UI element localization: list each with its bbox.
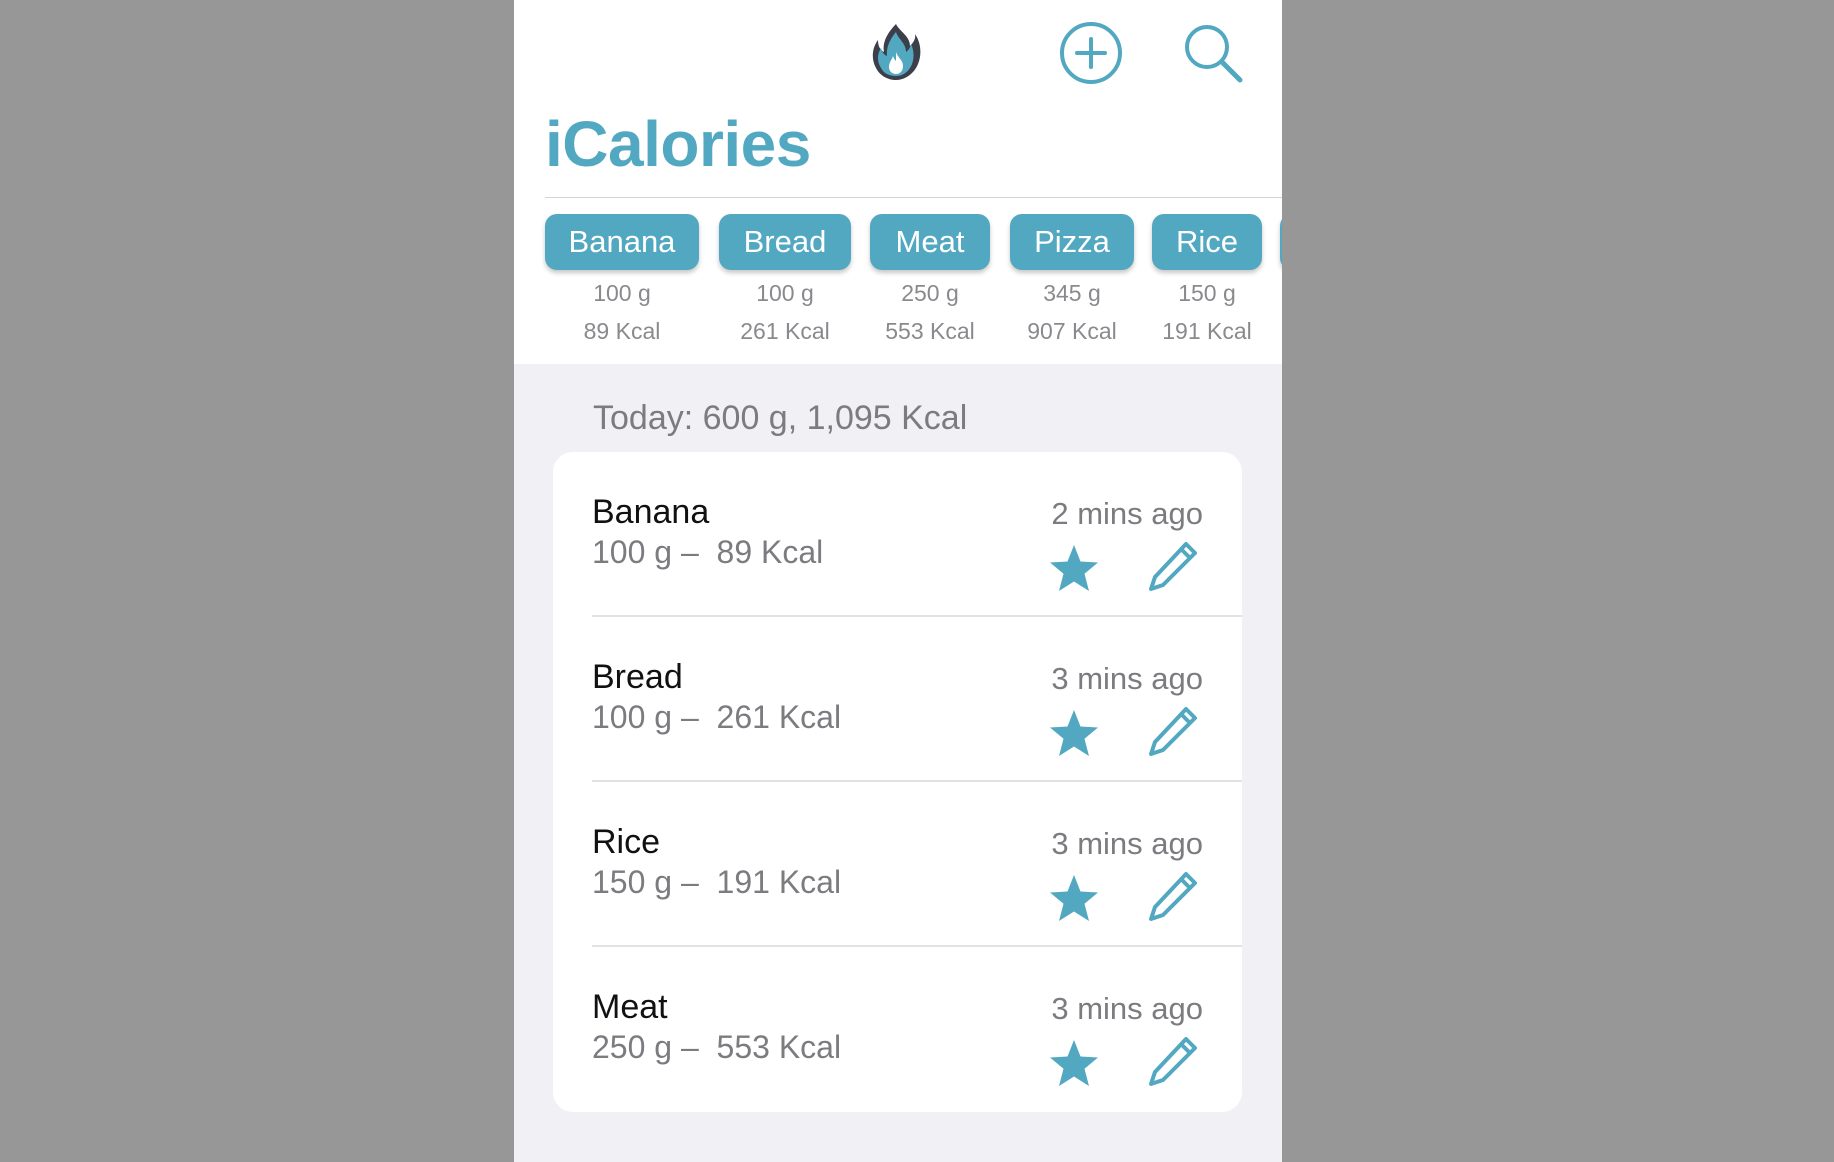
quick-add-kcal: 261 Kcal <box>740 318 830 344</box>
star-icon[interactable] <box>1047 542 1101 596</box>
list-item[interactable]: Rice 150 g – 191 Kcal 3 mins ago <box>553 782 1242 947</box>
entry-time: 3 mins ago <box>1051 826 1203 861</box>
entry-time: 3 mins ago <box>1051 991 1203 1026</box>
star-icon[interactable] <box>1047 1037 1101 1091</box>
pencil-icon[interactable] <box>1145 705 1199 759</box>
today-summary: Today: 600 g, 1,095 Kcal <box>593 399 968 437</box>
plus-circle-icon <box>1060 22 1122 84</box>
pencil-icon[interactable] <box>1145 540 1199 594</box>
quick-add-chip[interactable]: Bread <box>719 214 851 270</box>
list-item[interactable]: Meat 250 g – 553 Kcal 3 mins ago <box>553 947 1242 1112</box>
entry-detail: 100 g – 89 Kcal <box>592 534 824 570</box>
quick-add-item: Pizza 345 g 907 Kcal <box>1010 214 1134 350</box>
quick-add-weight: 250 g <box>901 280 959 306</box>
search-button[interactable] <box>1180 20 1246 86</box>
quick-add-item: Bread 100 g 261 Kcal <box>719 214 851 350</box>
quick-add-weight: 100 g <box>756 280 814 306</box>
entry-name: Banana <box>592 493 710 531</box>
pencil-icon[interactable] <box>1145 1035 1199 1089</box>
quick-add-item: Banana 100 g 89 Kcal <box>545 214 699 350</box>
quick-add-kcal: 553 Kcal <box>885 318 975 344</box>
app-screen: iCalories Banana 100 g 89 Kcal Bread 100… <box>514 0 1282 1162</box>
quick-add-chip[interactable]: Banana <box>545 214 699 270</box>
pencil-icon[interactable] <box>1145 870 1199 924</box>
search-icon <box>1185 25 1243 83</box>
quick-add-weight: 150 g <box>1178 280 1236 306</box>
entry-name: Bread <box>592 658 683 696</box>
quick-add-item-partial <box>1280 214 1282 270</box>
entry-time: 2 mins ago <box>1051 496 1203 531</box>
add-button[interactable] <box>1058 20 1124 86</box>
flame-icon <box>872 24 921 80</box>
quick-add-weight: 345 g <box>1043 280 1101 306</box>
entry-detail: 250 g – 553 Kcal <box>592 1029 842 1065</box>
quick-add-chip[interactable]: Pizza <box>1010 214 1134 270</box>
quick-add-item: Rice 150 g 191 Kcal <box>1152 214 1262 350</box>
entry-name: Meat <box>592 988 668 1026</box>
list-item[interactable]: Bread 100 g – 261 Kcal 3 mins ago <box>553 617 1242 782</box>
star-icon[interactable] <box>1047 707 1101 761</box>
quick-add-kcal: 191 Kcal <box>1162 318 1252 344</box>
quick-add-kcal: 89 Kcal <box>583 318 661 344</box>
quick-add-chip[interactable] <box>1280 214 1282 270</box>
app-title: iCalories <box>545 108 811 180</box>
quick-add-item: Meat 250 g 553 Kcal <box>870 214 990 350</box>
quick-add-chip[interactable]: Rice <box>1152 214 1262 270</box>
entry-detail: 150 g – 191 Kcal <box>592 864 842 900</box>
quick-add-chip[interactable]: Meat <box>870 214 990 270</box>
list-item[interactable]: Banana 100 g – 89 Kcal 2 mins ago <box>553 452 1242 617</box>
quick-add-kcal: 907 Kcal <box>1027 318 1117 344</box>
star-icon[interactable] <box>1047 872 1101 926</box>
header: iCalories <box>514 0 1282 198</box>
entry-time: 3 mins ago <box>1051 661 1203 696</box>
today-entries-list: Banana 100 g – 89 Kcal 2 mins ago Bread … <box>553 452 1242 1112</box>
quick-add-strip[interactable]: Banana 100 g 89 Kcal Bread 100 g 261 Kca… <box>514 198 1282 364</box>
entry-detail: 100 g – 261 Kcal <box>592 699 842 735</box>
quick-add-weight: 100 g <box>593 280 651 306</box>
entry-name: Rice <box>592 823 661 861</box>
